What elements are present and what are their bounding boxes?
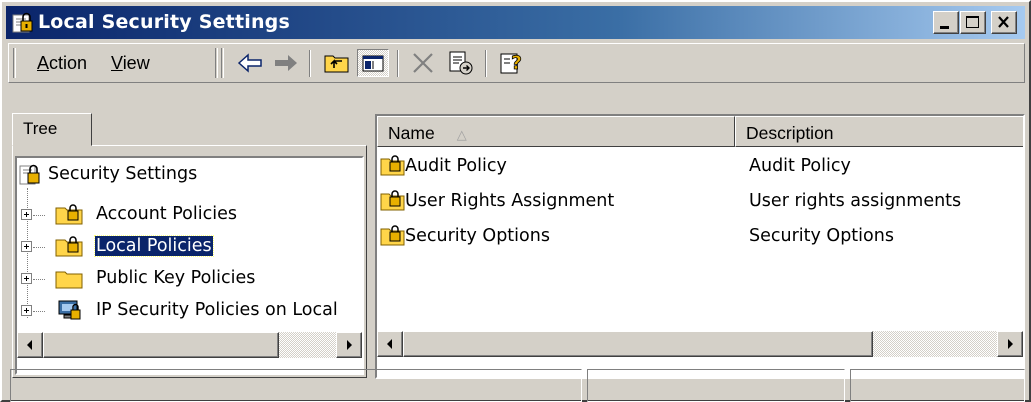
list-horizontal-scrollbar[interactable] <box>377 331 1023 357</box>
toolbar-separator <box>309 50 311 77</box>
tree-connector <box>27 188 28 318</box>
minimize-icon <box>940 26 949 29</box>
delete-button[interactable] <box>407 49 439 77</box>
tree-connector <box>33 247 45 248</box>
scroll-thumb[interactable] <box>43 332 279 358</box>
forward-arrow-icon <box>275 55 297 71</box>
locked-folder-icon <box>55 204 83 225</box>
tree-connector <box>33 311 45 312</box>
menu-view-rest: iew <box>122 53 150 73</box>
show-hide-tree-icon <box>362 55 384 72</box>
column-header-label: Description <box>746 123 834 143</box>
tab-tree[interactable]: Tree <box>12 113 92 146</box>
export-list-button[interactable] <box>445 49 477 77</box>
export-list-icon <box>449 51 473 75</box>
expand-local-policies-icon[interactable] <box>21 241 32 252</box>
security-settings-icon <box>12 12 33 33</box>
window-title: Local Security Settings <box>38 11 290 33</box>
sort-ascending-icon: △ <box>456 127 467 142</box>
menu-view-accel: V <box>111 53 123 73</box>
column-header-description[interactable]: Description <box>735 116 1023 147</box>
list-item-name: Security Options <box>405 226 550 246</box>
menu-action[interactable]: Action <box>37 53 87 74</box>
security-settings-icon <box>19 164 40 185</box>
delete-icon <box>413 53 433 73</box>
tree-item-security-settings[interactable]: Security Settings <box>19 162 359 188</box>
toolbar-grip-2[interactable] <box>215 48 218 78</box>
back-button[interactable] <box>235 49 267 77</box>
menu-view[interactable]: View <box>111 53 150 74</box>
list-item-description: User rights assignments <box>749 191 962 211</box>
menu-action-accel: A <box>37 53 50 73</box>
scroll-right-button[interactable] <box>997 331 1023 357</box>
ip-security-icon <box>58 300 81 320</box>
help-button[interactable]: ? <box>497 49 529 77</box>
show-hide-tree-button[interactable] <box>357 49 389 77</box>
tree-item-ip-security-policies[interactable]: IP Security Policies on Local <box>55 298 362 324</box>
expand-account-policies-icon[interactable] <box>21 209 32 220</box>
svg-text:?: ? <box>511 52 522 74</box>
app-window: Local Security Settings Action View ? Tr… <box>0 0 1031 402</box>
toolbar-grip-3 <box>221 48 224 78</box>
forward-button[interactable] <box>269 49 301 77</box>
list-pane: Name △ Description Audit Policy Audit Pol… <box>375 114 1025 379</box>
help-icon: ? <box>500 52 522 74</box>
tree-item-label-selected: Local Policies <box>94 235 214 257</box>
toolbar-grip[interactable] <box>13 48 16 78</box>
scroll-left-button[interactable] <box>17 332 43 358</box>
status-panel-3 <box>850 369 1025 402</box>
tree-item-public-key-policies[interactable]: Public Key Policies <box>55 266 355 292</box>
tree-item-label: IP Security Policies on Local <box>96 300 338 320</box>
tree-item-local-policies[interactable]: Local Policies <box>55 234 355 260</box>
scroll-right-icon <box>347 340 352 350</box>
title-bar[interactable]: Local Security Settings <box>6 6 1025 39</box>
close-icon <box>998 16 1009 28</box>
tab-tree-label: Tree <box>23 119 58 138</box>
folder-icon <box>55 271 83 289</box>
tree-item-label: Public Key Policies <box>96 268 256 288</box>
list-item-description: Security Options <box>749 226 894 246</box>
list-item-name: User Rights Assignment <box>405 191 615 211</box>
tree-horizontal-scrollbar[interactable] <box>17 332 362 358</box>
up-one-level-button[interactable] <box>321 49 353 77</box>
expand-ip-security-policies-icon[interactable] <box>21 305 32 316</box>
locked-folder-icon <box>380 155 405 176</box>
tree-item-label: Security Settings <box>48 164 198 184</box>
status-panel-2 <box>587 369 845 402</box>
scroll-right-icon <box>1008 339 1013 349</box>
scroll-left-button[interactable] <box>377 331 403 357</box>
tree-connector <box>33 215 45 216</box>
list-item-security-options[interactable]: Security Options Security Options <box>377 222 997 256</box>
maximize-button[interactable] <box>960 11 986 34</box>
column-header-name[interactable]: Name △ <box>377 116 735 147</box>
scroll-right-button[interactable] <box>336 332 362 358</box>
tree-item-account-policies[interactable]: Account Policies <box>55 202 355 228</box>
minimize-button[interactable] <box>933 11 959 34</box>
scroll-thumb[interactable] <box>403 331 873 357</box>
toolbar-separator-3 <box>485 50 487 77</box>
column-header-label: Name <box>388 123 435 143</box>
toolbar: Action View ? <box>8 43 1025 83</box>
maximize-icon <box>966 16 979 28</box>
list-item-audit-policy[interactable]: Audit Policy Audit Policy <box>377 152 997 186</box>
locked-folder-icon <box>55 236 83 257</box>
back-arrow-icon <box>237 53 262 73</box>
menu-action-rest: ction <box>49 53 88 73</box>
list-item-description: Audit Policy <box>749 156 851 176</box>
close-button[interactable] <box>991 11 1017 34</box>
up-one-level-icon <box>324 55 349 73</box>
toolbar-separator-2 <box>397 50 399 77</box>
tree-pane: Security Settings Account Policies Local… <box>12 145 367 378</box>
expand-public-key-policies-icon[interactable] <box>21 273 32 284</box>
list-item-name: Audit Policy <box>405 156 507 176</box>
list-item-user-rights-assignment[interactable]: User Rights Assignment User rights assig… <box>377 187 997 221</box>
locked-folder-icon <box>380 190 405 211</box>
locked-folder-icon <box>380 225 405 246</box>
tree-connector <box>33 279 45 280</box>
tree-item-label: Account Policies <box>96 204 237 224</box>
status-panel-1 <box>10 369 582 402</box>
scroll-left-icon <box>387 339 392 349</box>
scroll-left-icon <box>27 340 32 350</box>
